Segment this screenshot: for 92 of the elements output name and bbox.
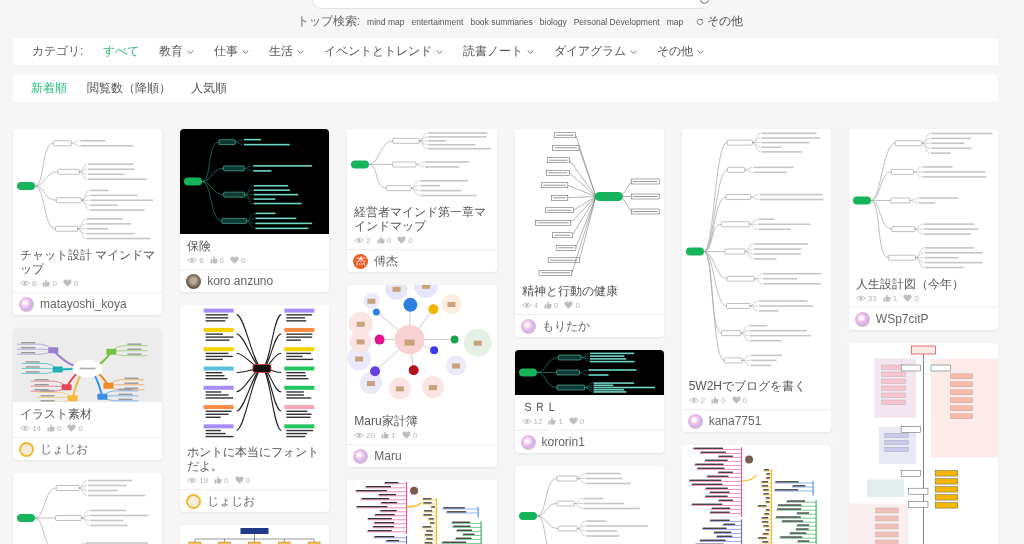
thumbs-up-icon[interactable] xyxy=(42,279,51,287)
view-count: 12 xyxy=(533,416,543,426)
card-title[interactable]: 人生設計図（今年） xyxy=(855,277,992,291)
author-name[interactable]: じょじお xyxy=(40,440,88,458)
author-name[interactable]: Maru xyxy=(374,449,402,463)
trending-keyword-link[interactable]: mind map xyxy=(367,16,405,27)
view-count: 2 xyxy=(366,235,371,245)
thumbs-up-icon[interactable] xyxy=(381,431,390,439)
more-button[interactable]: その他 xyxy=(696,13,744,30)
heart-icon[interactable] xyxy=(568,417,578,425)
chevron-down-icon xyxy=(187,49,195,54)
avatar-icon[interactable] xyxy=(186,273,202,289)
author-name[interactable]: koro anzuno xyxy=(207,274,274,288)
search-field[interactable] xyxy=(312,0,712,9)
category-label: カテゴリ: xyxy=(32,43,84,60)
refresh-icon xyxy=(696,17,705,26)
view-count: 4 xyxy=(533,300,538,310)
author-name[interactable]: もりたか xyxy=(541,317,590,335)
author-name[interactable]: WSp7citP xyxy=(875,312,929,326)
eye-icon xyxy=(855,294,866,302)
heart-icon[interactable] xyxy=(230,256,240,264)
trending-keyword-link[interactable]: map xyxy=(666,16,684,27)
view-count: 33 xyxy=(867,293,877,303)
eye-icon xyxy=(354,431,365,439)
like-count: 1 xyxy=(892,293,898,303)
heart-icon[interactable] xyxy=(564,301,574,309)
heart-icon[interactable] xyxy=(401,431,411,439)
sort-tab[interactable]: 人気順 xyxy=(191,80,227,97)
thumbs-up-icon[interactable] xyxy=(209,256,218,264)
category-tab[interactable]: 教育 xyxy=(159,43,195,60)
thumbs-up-icon[interactable] xyxy=(711,396,720,404)
author-name[interactable]: kororin1 xyxy=(541,435,585,449)
eye-icon xyxy=(20,279,30,287)
category-tab[interactable]: その他 xyxy=(657,43,705,60)
heart-icon[interactable] xyxy=(731,396,741,404)
card-title[interactable]: ＳＲＬ xyxy=(521,400,658,414)
chevron-down-icon xyxy=(436,49,444,54)
like-count: 1 xyxy=(558,416,563,426)
eye-icon xyxy=(688,396,699,404)
eye-icon xyxy=(187,476,198,484)
chevron-down-icon xyxy=(630,49,638,54)
eye-icon xyxy=(20,424,30,432)
heart-icon[interactable] xyxy=(234,476,244,484)
author-name[interactable]: じょじお xyxy=(207,492,256,510)
trending-keyword-link[interactable]: entertainment xyxy=(411,16,464,27)
heart-icon[interactable] xyxy=(903,294,913,302)
category-tab[interactable]: イベントとトレンド xyxy=(324,43,444,60)
category-tab[interactable]: 生活 xyxy=(269,43,305,60)
view-count: 14 xyxy=(32,423,41,433)
eye-icon xyxy=(521,301,532,309)
thumbs-up-icon[interactable] xyxy=(376,236,385,244)
thumbs-up-icon[interactable] xyxy=(548,417,557,425)
trending-keyword-link[interactable]: Personal Development xyxy=(573,16,660,27)
card-title[interactable]: 経営者マインド第一章マインドマップ xyxy=(354,205,491,233)
sort-tab[interactable]: 閲覧数（降順） xyxy=(87,80,171,97)
chevron-down-icon xyxy=(242,49,250,54)
view-count: 6 xyxy=(199,255,204,265)
chevron-down-icon xyxy=(297,49,305,54)
chevron-down-icon xyxy=(527,49,535,54)
search-icon[interactable] xyxy=(699,0,710,5)
author-name[interactable]: kana7751 xyxy=(708,414,762,428)
view-count: 20 xyxy=(366,430,376,440)
card-title[interactable]: Maru家計簿 xyxy=(354,414,491,428)
category-tab[interactable]: 仕事 xyxy=(214,43,250,60)
eye-icon xyxy=(187,256,198,264)
card-title[interactable]: 精神と行動の健康 xyxy=(521,284,658,298)
trending-label: トップ検索: xyxy=(296,13,361,30)
eye-icon xyxy=(354,236,365,244)
thumbs-up-icon[interactable] xyxy=(543,301,552,309)
card-title[interactable]: ホントに本当にフォントだよ。 xyxy=(187,445,324,473)
author-name[interactable]: matayoshi_koya xyxy=(40,297,127,311)
view-count: 6 xyxy=(32,278,37,288)
view-count: 19 xyxy=(199,475,209,485)
thumbs-up-icon[interactable] xyxy=(46,424,55,432)
card-title[interactable]: 5W2Hでブログを書く xyxy=(688,379,825,393)
trending-keyword-link[interactable]: biology xyxy=(539,16,567,27)
view-count: 2 xyxy=(700,395,706,405)
card-title[interactable]: イラスト素材 xyxy=(20,407,157,421)
author-name[interactable]: 傅杰 xyxy=(374,252,399,270)
trending-keyword-link[interactable]: book summaries xyxy=(470,16,533,27)
card-title[interactable]: チャット設計 マインドマップ xyxy=(20,248,157,276)
eye-icon xyxy=(521,417,532,425)
chevron-down-icon xyxy=(697,49,705,54)
heart-icon[interactable] xyxy=(62,279,72,287)
heart-icon[interactable] xyxy=(397,236,407,244)
card-title[interactable]: 保険 xyxy=(187,239,324,253)
like-count: 1 xyxy=(391,430,396,440)
category-tab[interactable]: ダイアグラム xyxy=(554,43,638,60)
category-tab[interactable]: 読書ノート xyxy=(463,43,535,60)
thumbs-up-icon[interactable] xyxy=(214,476,223,484)
thumbs-up-icon[interactable] xyxy=(882,294,891,302)
heart-icon[interactable] xyxy=(67,424,77,432)
